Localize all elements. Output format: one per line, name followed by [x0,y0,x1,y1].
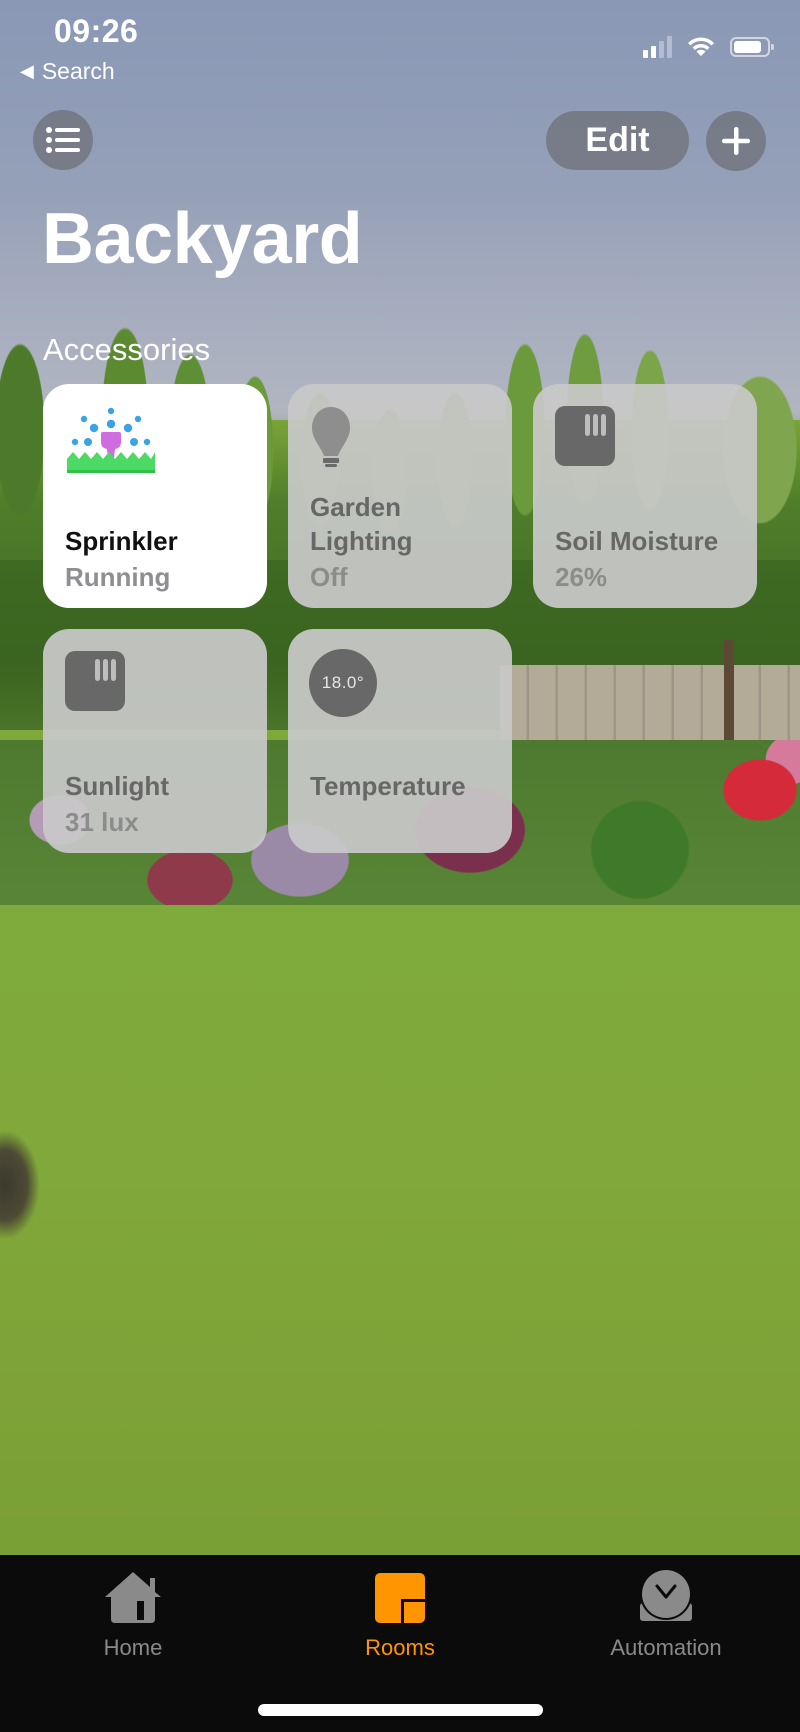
accessory-tile-soil-moisture[interactable]: Soil Moisture 26% [533,384,757,608]
accessory-tile-temperature[interactable]: 18.0° Temperature [288,629,512,853]
temperature-reading: 18.0° [309,649,377,717]
tab-automation[interactable]: Automation [566,1569,766,1669]
accessory-status: 26% [555,562,608,592]
back-label: Search [41,58,115,84]
lawn [0,905,800,1555]
tab-label: Rooms [365,1635,435,1660]
accessory-tile-sprinkler[interactable]: Sprinkler Running [43,384,267,608]
back-arrow-icon: ◀ [20,61,34,81]
tab-home[interactable]: Home [33,1569,233,1669]
sensor-icon [65,651,125,711]
thermometer-reading-icon: 18.0° [309,649,377,717]
sprinkler-icon [65,406,157,481]
status-icons [643,36,774,58]
accessory-status: Off [310,562,348,592]
list-icon [46,127,80,153]
accessory-name-line-2: Lighting [310,526,413,556]
sensor-icon [555,406,615,466]
status-time: 09:26 [54,13,139,49]
accessory-name: Sunlight [65,771,169,801]
accessory-name: Garden Lighting [310,490,413,558]
section-title-accessories: Accessories [43,332,211,367]
page-title: Backyard [42,199,363,279]
accessory-tile-sunlight[interactable]: Sunlight 31 lux [43,629,267,853]
tab-rooms[interactable]: Rooms [300,1569,500,1669]
cellular-signal-icon [643,36,672,58]
plus-icon [722,127,750,155]
battery-icon [730,37,774,57]
wifi-icon [688,37,714,56]
accessory-status: Running [65,562,171,592]
accessory-status: 31 lux [65,807,139,837]
add-button[interactable] [706,111,766,171]
clock-check-icon [639,1569,693,1623]
rooms-icon [375,1569,425,1623]
accessory-name: Sprinkler [65,526,178,556]
accessory-name: Soil Moisture [555,526,719,556]
accessory-tile-garden-lighting[interactable]: Garden Lighting Off [288,384,512,608]
accessory-name: Temperature [310,771,466,801]
accessory-name-line-1: Garden [310,492,402,522]
back-to-search-link[interactable]: ◀ Search [20,58,115,85]
lightbulb-icon [310,406,352,475]
edit-button[interactable]: Edit [546,111,689,170]
room-list-button[interactable] [33,110,93,170]
tab-label: Automation [610,1635,722,1660]
house-icon [105,1569,161,1623]
home-indicator[interactable] [258,1704,543,1716]
tab-label: Home [103,1635,163,1660]
